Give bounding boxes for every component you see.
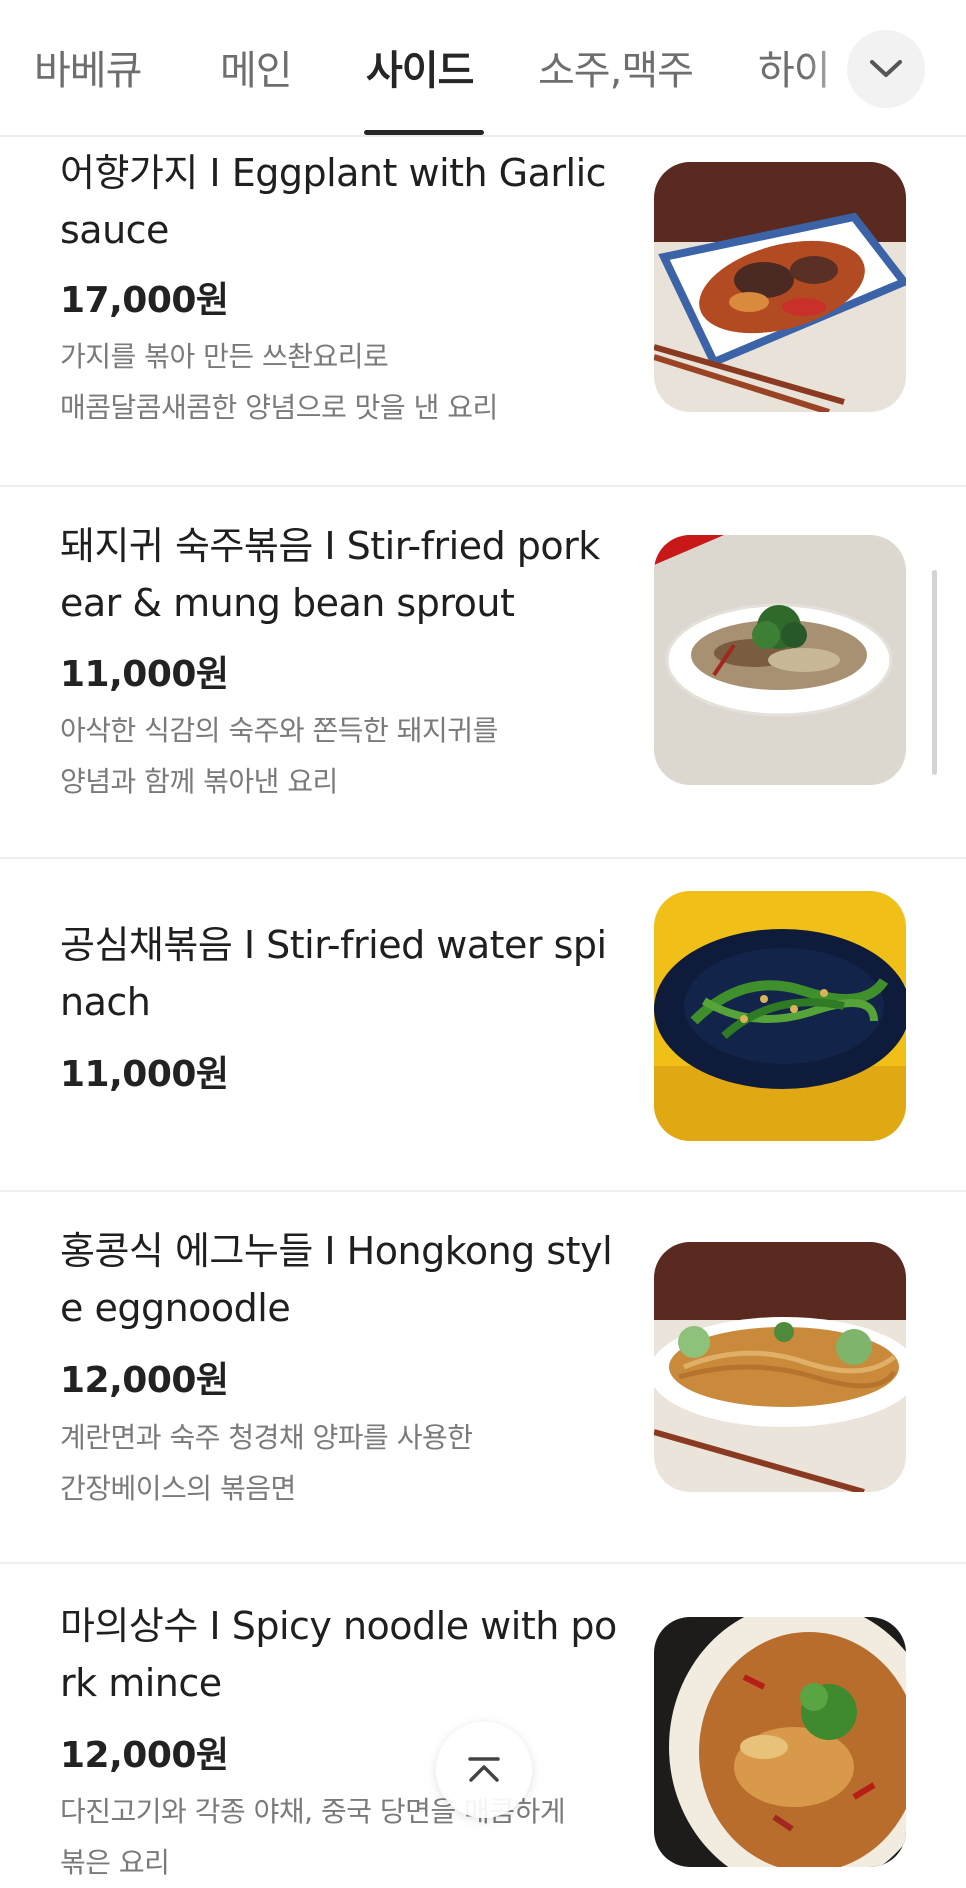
menu-item-name: 마의상수 I Spicy noodle with pork mince	[60, 1604, 617, 1705]
menu-item-name: 돼지귀 숙주볶음 I Stir-fried pork ear & mung be…	[60, 524, 600, 625]
tab-soju-beer[interactable]: 소주,맥주	[538, 38, 694, 96]
description-line: 계란면과 숙주 청경채 양파를 사용한	[60, 1421, 473, 1454]
tab-side[interactable]: 사이드	[366, 38, 474, 96]
active-tab-indicator	[364, 130, 484, 135]
menu-item-description: 다진고기와 각종 야채, 중국 당면을 매콤하게 볶은 요리	[60, 1786, 620, 1888]
tab-main[interactable]: 메인	[220, 38, 293, 96]
chevron-down-icon	[870, 60, 902, 77]
menu-item-photo	[654, 1617, 906, 1867]
menu-item-name: 공심채볶음 I Stir-fried water spinach	[60, 923, 607, 1024]
description-line: 매콤달콤새콤한 양념으로 맛을 낸 요리	[60, 391, 498, 424]
description-line: 양념과 함께 볶아낸 요리	[60, 765, 338, 798]
menu-item-photo	[654, 162, 906, 412]
description-line: 볶은 요리	[60, 1846, 170, 1879]
menu-item-water-spinach[interactable]: 공심채볶음 I Stir-fried water spinach 11,000원	[0, 859, 966, 1190]
menu-item-photo	[654, 891, 906, 1141]
menu-item-name: 홍콩식 에그누들 I Hongkong style eggnoodle	[60, 1229, 613, 1330]
menu-item-price: 11,000원	[60, 654, 229, 695]
menu-item-name: 어향가지 I Eggplant with Garlic sauce	[60, 151, 607, 252]
tab-more-button[interactable]	[847, 30, 925, 108]
menu-item-description: 계란면과 숙주 청경채 양파를 사용한 간장베이스의 볶음면	[60, 1412, 620, 1514]
menu-item-price: 11,000원	[60, 1054, 229, 1095]
description-line: 가지를 볶아 만든 쓰촨요리로	[60, 340, 389, 373]
scrollbar[interactable]	[932, 570, 937, 775]
menu-item-photo	[654, 1242, 906, 1492]
scroll-to-top-button[interactable]	[436, 1722, 532, 1818]
menu-item-price: 12,000원	[60, 1360, 229, 1401]
menu-item-photo	[654, 535, 906, 785]
menu-item-pork-ear[interactable]: 돼지귀 숙주볶음 I Stir-fried pork ear & mung be…	[0, 487, 966, 857]
menu-item-price: 12,000원	[60, 1735, 229, 1776]
description-line: 간장베이스의 볶음면	[60, 1472, 296, 1505]
menu-item-description: 아삭한 식감의 숙주와 쫀득한 돼지귀를 양념과 함께 볶아낸 요리	[60, 705, 620, 807]
menu-item-price: 17,000원	[60, 280, 229, 321]
tab-barbecue[interactable]: 바베큐	[34, 38, 142, 96]
chevron-up-icon	[468, 1757, 500, 1782]
description-line: 아삭한 식감의 숙주와 쫀득한 돼지귀를	[60, 714, 498, 747]
category-tab-bar: 바베큐 메인 사이드 소주,맥주 하이	[0, 0, 966, 137]
menu-item-egg-noodle[interactable]: 홍콩식 에그누들 I Hongkong style eggnoodle 12,0…	[0, 1192, 966, 1562]
description-line: 다진고기와 각종 야채, 중국 당면을 매콤하게	[60, 1795, 566, 1828]
menu-item-description: 가지를 볶아 만든 쓰촨요리로 매콤달콤새콤한 양념으로 맛을 낸 요리	[60, 331, 620, 433]
menu-item-eggplant[interactable]: 어향가지 I Eggplant with Garlic sauce 17,000…	[0, 135, 966, 485]
